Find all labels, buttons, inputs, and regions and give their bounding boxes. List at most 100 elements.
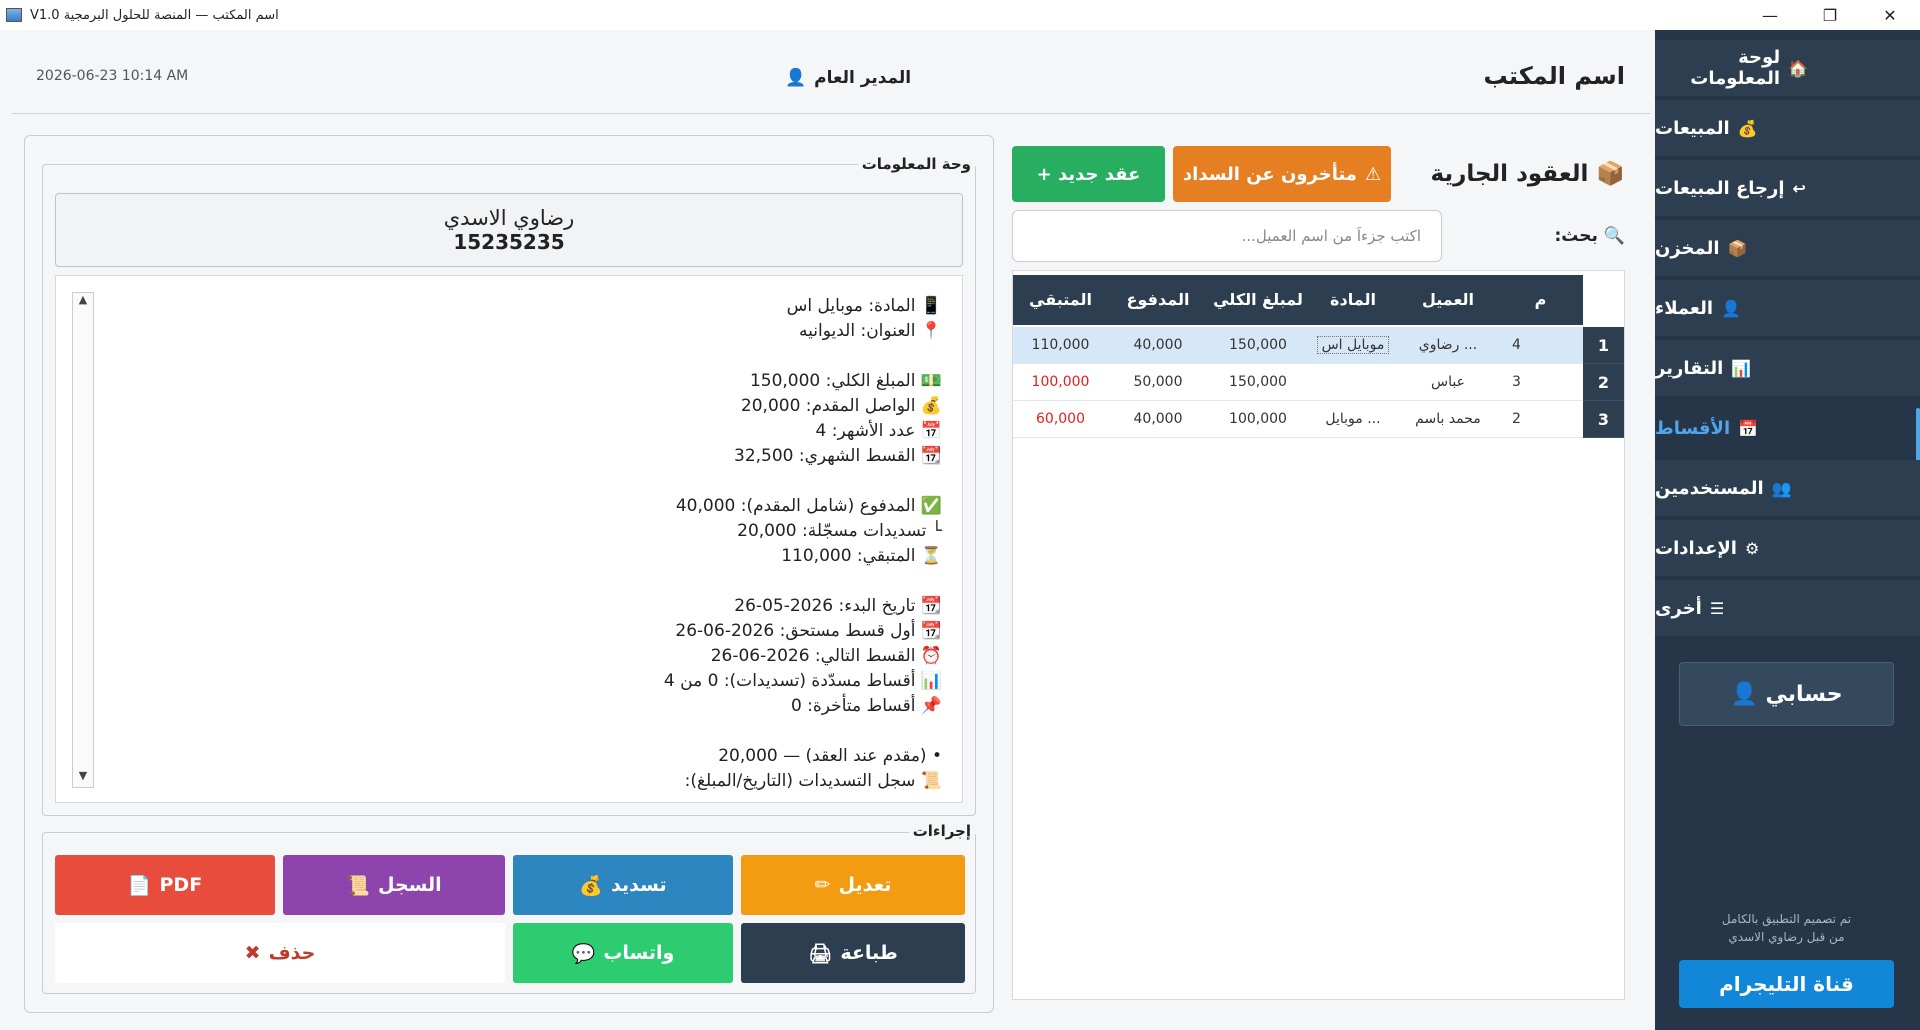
menu-icon: ☰ <box>1709 598 1725 618</box>
cell-total: 100,000 <box>1229 411 1287 427</box>
sidebar-item-label: لوحة المعلومات <box>1690 47 1781 89</box>
cell-total: 150,000 <box>1229 337 1287 353</box>
col-total[interactable]: لمبلغ الكلي <box>1208 275 1308 325</box>
sidebar-item-label: المبيعات <box>1655 117 1730 139</box>
details-scrollbar[interactable]: ▲ ▼ <box>72 292 94 788</box>
detail-line: 📆 تاريخ البدء: 2026-05-26 <box>734 596 942 616</box>
actions-label: إجراءات <box>908 822 975 840</box>
edit-button[interactable]: تعديل ✏ <box>741 855 965 915</box>
print-label: طباعة <box>840 942 898 964</box>
late-payers-button[interactable]: ⚠ متأخرون عن السداد <box>1173 146 1391 202</box>
detail-line: ⏰ القسط التالي: 2026-06-26 <box>710 646 942 666</box>
return-icon: ↩ <box>1792 178 1806 198</box>
whatsapp-label: واتساب <box>603 942 675 964</box>
cell-total: 150,000 <box>1229 374 1287 390</box>
cell-remaining: 100,000 <box>1031 374 1090 390</box>
money-bag-icon: 💰 <box>1737 118 1758 138</box>
delete-button[interactable]: حذف ✖ <box>55 923 505 983</box>
customer-name: رضاوي الاسدي <box>443 206 575 230</box>
row-number[interactable]: 2 <box>1583 364 1624 401</box>
scroll-down-icon[interactable]: ▼ <box>73 769 93 787</box>
late-label: متأخرون عن السداد <box>1182 163 1357 185</box>
chart-icon: 📊 <box>1731 358 1752 378</box>
cell-item[interactable]: موبايل اس <box>1316 336 1390 354</box>
cell-item: موبايل ... <box>1325 411 1381 427</box>
sidebar-item-label: إرجاع المبيعات <box>1655 177 1785 199</box>
minimize-button[interactable]: — <box>1740 0 1800 30</box>
account-button[interactable]: حسابي 👤 <box>1679 662 1894 726</box>
window-title: V1.0 اسم المكتب — المنصة للحلول البرمجية <box>30 7 279 23</box>
row-number[interactable]: 1 <box>1583 327 1624 364</box>
whatsapp-button[interactable]: واتساب 💬 <box>513 923 733 983</box>
credit-line: من قبل رضاوي الاسدي <box>1728 930 1845 944</box>
pdf-button[interactable]: PDF 📄 <box>55 855 275 915</box>
cell-index: 4 <box>1512 337 1521 353</box>
sidebar-item-warehouse[interactable]: 📦 المخزن <box>1655 220 1920 276</box>
col-index[interactable]: م <box>1498 275 1583 325</box>
user-label: المدير العام <box>814 68 912 88</box>
cell-remaining: 110,000 <box>1031 337 1090 353</box>
sidebar-item-users[interactable]: 👥 المستخدمين <box>1655 460 1920 516</box>
sidebar-item-label: المخزن <box>1655 237 1720 259</box>
close-icon: ✖ <box>244 942 261 964</box>
sidebar-item-more[interactable]: ☰ أخرى <box>1655 580 1920 636</box>
pencil-icon: ✏ <box>814 874 831 896</box>
table-row[interactable]: 3 عباس 150,000 50,000 100,000 <box>1013 364 1583 401</box>
detail-line: 📆 أول قسط مستحق: 2026-06-26 <box>675 621 942 641</box>
credit-text: تم تصميم التطبيق بالكامل من قبل رضاوي ال… <box>1679 910 1894 946</box>
sidebar-item-returns[interactable]: ↩ إرجاع المبيعات <box>1655 160 1920 216</box>
log-button[interactable]: السجل 📜 <box>283 855 505 915</box>
detail-line: ✅ المدفوع (شامل المقدم): 40,000 <box>675 496 942 516</box>
cell-client: محمد باسم <box>1415 411 1481 427</box>
sidebar: 🏠 لوحة المعلومات 💰 المبيعات ↩ إرجاع المبيعا… <box>1655 30 1920 1030</box>
new-contract-button[interactable]: عقد جديد + <box>1012 146 1165 202</box>
cell-index: 3 <box>1512 374 1521 390</box>
pay-button[interactable]: تسديد 💰 <box>513 855 733 915</box>
gear-icon: ⚙ <box>1744 538 1760 558</box>
table-row[interactable]: 4 رضاوي ... موبايل اس 150,000 40,000 110… <box>1013 327 1583 364</box>
sidebar-item-reports[interactable]: 📊 التقارير <box>1655 340 1920 396</box>
scroll-up-icon[interactable]: ▲ <box>73 293 93 311</box>
detail-line: • (مقدم عند العقد) — 20,000 <box>718 746 942 766</box>
customer-id: 15235235 <box>453 230 565 254</box>
search-label-text: بحث: <box>1554 226 1598 246</box>
sidebar-item-dashboard[interactable]: 🏠 لوحة المعلومات <box>1655 40 1920 96</box>
col-remaining[interactable]: المتبقي <box>1013 275 1108 325</box>
chat-icon: 💬 <box>571 942 596 965</box>
home-icon: 🏠 <box>1788 58 1808 78</box>
app-icon <box>6 8 22 22</box>
telegram-button[interactable]: قناة التليجرام <box>1679 960 1894 1008</box>
scroll-icon: 📜 <box>346 874 371 897</box>
search-input[interactable] <box>1012 210 1442 262</box>
contract-details[interactable]: ▲ ▼ 📱 المادة: موبايل اس 📍 العنوان: الديوا… <box>55 275 963 803</box>
detail-line: 💵 المبلغ الكلي: 150,000 <box>749 371 942 391</box>
cell-client: عباس <box>1431 374 1465 390</box>
print-button[interactable]: طباعة 🖨 <box>741 923 965 983</box>
close-button[interactable]: ✕ <box>1860 0 1920 30</box>
col-paid[interactable]: المدفوع <box>1108 275 1208 325</box>
maximize-button[interactable]: ❐ <box>1800 0 1860 30</box>
detail-line <box>664 569 942 594</box>
col-item[interactable]: المادة <box>1308 275 1398 325</box>
sidebar-item-installments[interactable]: 📅 الأقساط <box>1655 400 1920 462</box>
printer-icon: 🖨 <box>808 942 833 965</box>
sidebar-item-sales[interactable]: 💰 المبيعات <box>1655 100 1920 156</box>
table-row[interactable]: 2 محمد باسم موبايل ... 100,000 40,000 60… <box>1013 401 1583 438</box>
detail-line: 📌 أقساط متأخرة: 0 <box>790 696 942 716</box>
office-title: اسم المكتب <box>1483 62 1626 90</box>
detail-line: 💰 الواصل المقدم: 20,000 <box>740 396 942 416</box>
sidebar-item-label: الأقساط <box>1655 417 1731 439</box>
sidebar-item-label: الإعدادات <box>1655 537 1737 559</box>
warning-icon: ⚠ <box>1364 163 1382 185</box>
detail-line: ⏳ المتبقي: 110,000 <box>781 546 942 566</box>
sidebar-item-customers[interactable]: 👤 العملاء <box>1655 280 1920 336</box>
detail-line: 📆 القسط الشهري: 32,500 <box>734 446 942 466</box>
sidebar-item-label: التقارير <box>1655 357 1724 379</box>
sidebar-item-settings[interactable]: ⚙ الإعدادات <box>1655 520 1920 576</box>
col-client[interactable]: العميل <box>1398 275 1498 325</box>
detail-line <box>664 344 942 369</box>
header-datetime: 2026-06-23 10:14 AM <box>36 68 189 84</box>
row-number[interactable]: 3 <box>1583 401 1624 438</box>
search-icon: 🔍 <box>1603 226 1625 246</box>
header-divider <box>12 113 1650 114</box>
